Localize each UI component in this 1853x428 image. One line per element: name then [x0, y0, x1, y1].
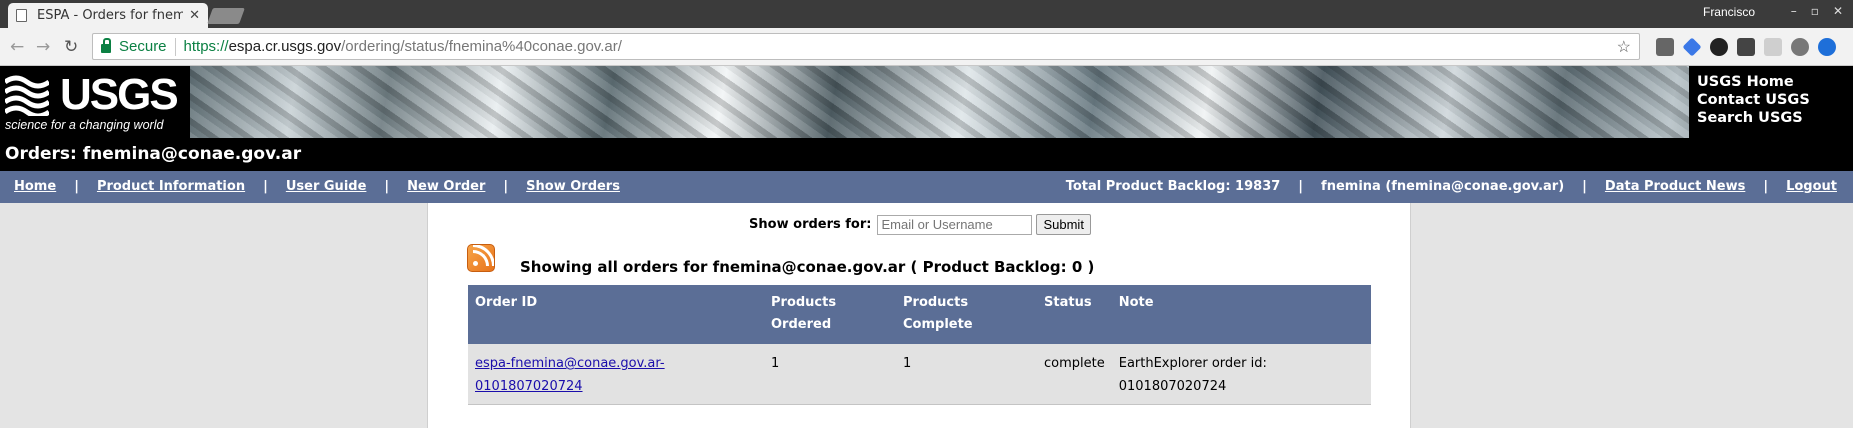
header-status: Status [1037, 285, 1112, 344]
nav-new-order[interactable]: New Order [407, 179, 485, 194]
puzzle-extension-icon[interactable] [1710, 38, 1728, 56]
reload-icon[interactable]: ↻ [64, 37, 78, 57]
total-backlog: Total Product Backlog: 19837 [1065, 179, 1281, 194]
tab-title: ESPA - Orders for fnemina@conae.gov.ar [37, 8, 184, 23]
close-tab-icon[interactable]: ✕ [189, 8, 200, 23]
browser-tab[interactable]: ESPA - Orders for fnemina@conae.gov.ar ✕ [8, 3, 208, 28]
usgs-home-link[interactable]: USGS Home [1697, 73, 1853, 91]
banner-satellite-image [0, 66, 1853, 138]
nav-product-information[interactable]: Product Information [97, 179, 245, 194]
ghost-extension-icon[interactable] [1791, 38, 1809, 56]
orders-content: Show orders for: Submit Showing all orde… [427, 203, 1411, 428]
mail-extension-icon[interactable] [1656, 38, 1674, 56]
nav-home[interactable]: Home [14, 179, 56, 194]
orders-heading: Showing all orders for fnemina@conae.gov… [520, 258, 1095, 276]
maximize-icon[interactable]: ▫ [1811, 4, 1819, 18]
url-host: espa.cr.usgs.gov [228, 38, 342, 55]
order-filter-form: Show orders for: Submit [428, 214, 1412, 235]
profile-extension-icon[interactable] [1818, 38, 1836, 56]
header-products-complete: Products Complete [896, 285, 1037, 344]
usgs-tagline: science for a changing world [5, 118, 164, 132]
window-controls: – ▫ ✕ [1791, 4, 1843, 18]
usgs-waves-icon [5, 75, 49, 116]
profile-name[interactable]: Francisco [1703, 5, 1755, 19]
contact-usgs-link[interactable]: Contact USGS [1697, 91, 1853, 109]
page-icon [16, 9, 27, 22]
browser-tab-strip: ESPA - Orders for fnemina@conae.gov.ar ✕… [0, 0, 1853, 28]
header-products-ordered: Products Ordered [764, 285, 896, 344]
header-order-id: Order ID [468, 285, 764, 344]
nav-logout[interactable]: Logout [1786, 179, 1837, 194]
secure-label: Secure [119, 38, 167, 55]
layers-extension-icon[interactable] [1682, 37, 1702, 57]
products-ordered-cell: 1 [764, 344, 896, 405]
current-user: fnemina (fnemina@conae.gov.ar) [1321, 179, 1565, 194]
status-cell: complete [1037, 344, 1112, 405]
omnibox-divider [174, 37, 176, 56]
usgs-logo[interactable]: USGS science for a changing world [0, 66, 190, 138]
filter-label: Show orders for: [749, 217, 872, 232]
table-row: espa-fnemina@conae.gov.ar- 0101807020724 … [468, 344, 1371, 405]
close-window-icon[interactable]: ✕ [1833, 4, 1843, 18]
camera-extension-icon[interactable] [1764, 38, 1782, 56]
url-path: /ordering/status/fnemina%40conae.gov.ar/ [341, 38, 622, 55]
email-or-username-input[interactable] [877, 214, 1033, 235]
nav-show-orders[interactable]: Show Orders [526, 179, 620, 194]
browser-toolbar: ← → ↻ Secure https://espa.cr.usgs.gov/or… [0, 28, 1853, 66]
new-tab-button[interactable] [207, 8, 245, 24]
table-header-row: Order ID Products Ordered Products Complet… [468, 285, 1371, 344]
order-id-link[interactable]: espa-fnemina@conae.gov.ar- 0101807020724 [475, 356, 665, 394]
usgs-logo-text: USGS [60, 70, 179, 119]
products-complete-cell: 1 [896, 344, 1037, 405]
forward-icon[interactable]: → [36, 37, 50, 57]
search-usgs-link[interactable]: Search USGS [1697, 109, 1853, 127]
bookmark-star-icon[interactable]: ☆ [1617, 37, 1631, 57]
usgs-top-links: USGS Home Contact USGS Search USGS [1689, 66, 1853, 138]
order-id-cell: espa-fnemina@conae.gov.ar- 0101807020724 [468, 344, 764, 405]
header-note: Note [1111, 285, 1371, 344]
shield-extension-icon[interactable] [1737, 38, 1755, 56]
usgs-banner: USGS science for a changing world USGS H… [0, 66, 1853, 138]
address-bar[interactable]: Secure https://espa.cr.usgs.gov/ordering… [92, 33, 1640, 60]
orders-table: Order ID Products Ordered Products Complet… [468, 285, 1371, 405]
back-icon[interactable]: ← [10, 37, 24, 57]
url-scheme: https:// [183, 38, 229, 55]
nav-user-guide[interactable]: User Guide [286, 179, 367, 194]
page-title: Orders: fnemina@conae.gov.ar [0, 138, 1853, 171]
rss-feed-icon[interactable] [467, 244, 495, 272]
nav-data-product-news[interactable]: Data Product News [1605, 179, 1745, 194]
note-cell: EarthExplorer order id: 0101807020724 [1111, 344, 1371, 405]
main-nav: Home | Product Information | User Guide | N… [0, 171, 1853, 203]
lock-icon [101, 38, 111, 53]
submit-button[interactable]: Submit [1036, 214, 1091, 235]
minimize-icon[interactable]: – [1791, 4, 1797, 18]
